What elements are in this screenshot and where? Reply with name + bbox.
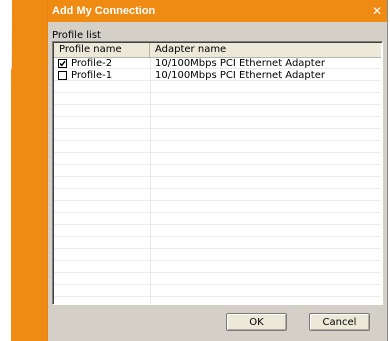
list-item[interactable]: Profile-1 10/100Mbps PCI Ethernet Adapte… [54, 70, 381, 82]
cancel-button[interactable]: Cancel [309, 313, 370, 331]
list-item[interactable]: Profile-2 10/100Mbps PCI Ethernet Adapte… [54, 58, 381, 70]
profile-name-cell: Profile-1 [71, 70, 113, 81]
profile-list[interactable]: Profile name Adapter name Profile-2 10/1… [52, 41, 383, 305]
close-icon[interactable]: ✕ [370, 4, 384, 18]
adapter-name-cell: 10/100Mbps PCI Ethernet Adapter [155, 58, 325, 69]
adapter-name-cell: 10/100Mbps PCI Ethernet Adapter [155, 70, 325, 81]
list-header: Profile name Adapter name [54, 43, 381, 58]
dialog-title: Add My Connection [52, 5, 156, 17]
profile-list-label: Profile list [52, 30, 101, 41]
add-connection-dialog: Add My Connection ✕ Profile list Profile… [48, 0, 388, 341]
ok-button[interactable]: OK [226, 313, 287, 331]
column-header-profile-name[interactable]: Profile name [54, 43, 150, 57]
checkbox-unchecked-icon[interactable] [58, 71, 67, 80]
checkbox-checked-icon[interactable] [58, 59, 67, 68]
profile-name-cell: Profile-2 [71, 58, 113, 69]
title-bar: Add My Connection ✕ [48, 0, 387, 22]
list-grid [54, 57, 381, 304]
column-separator [150, 57, 151, 304]
column-header-adapter-name[interactable]: Adapter name [150, 43, 370, 57]
